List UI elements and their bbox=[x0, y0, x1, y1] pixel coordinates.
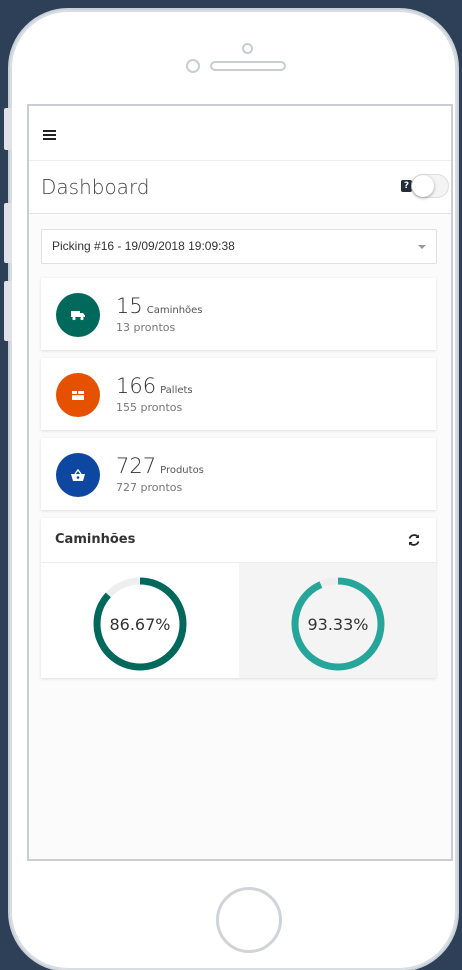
chart-card-header: Caminhões bbox=[41, 518, 436, 563]
stat-subtext: 155 prontos bbox=[116, 401, 183, 414]
stat-subtext: 727 prontos bbox=[116, 481, 183, 494]
pallet-icon bbox=[56, 373, 100, 417]
chart-column: 93.33% bbox=[239, 563, 436, 678]
basket-icon bbox=[56, 453, 100, 497]
stat-unit: Caminhões bbox=[146, 305, 203, 316]
page-title: Dashboard bbox=[41, 175, 150, 199]
toggle-knob bbox=[412, 175, 434, 197]
caminhoes-chart-card: Caminhões 86.67% 93.33% bbox=[41, 518, 436, 678]
donut-chart: 86.67% bbox=[93, 577, 187, 671]
stat-subtext: 13 prontos bbox=[116, 321, 176, 334]
app-screen: Dashboard ? Picking #16 - 19/09/2018 19:… bbox=[27, 104, 453, 861]
stat-card-pallets[interactable]: 166 Pallets 155 prontos bbox=[41, 358, 436, 430]
speaker-icon bbox=[210, 61, 286, 71]
stat-card-caminhoes[interactable]: 15 Caminhões 13 prontos bbox=[41, 278, 436, 350]
chart-column: 86.67% bbox=[41, 563, 239, 678]
chart-area: 86.67% 93.33% bbox=[41, 563, 436, 678]
caret-down-icon bbox=[418, 245, 426, 249]
home-button[interactable] bbox=[216, 887, 282, 953]
picking-select[interactable]: Picking #16 - 19/09/2018 19:09:38 bbox=[41, 229, 437, 264]
donut-label: 86.67% bbox=[109, 615, 170, 634]
stat-card-produtos[interactable]: 727 Produtos 727 prontos bbox=[41, 438, 436, 510]
stat-value: 166 Pallets bbox=[116, 374, 193, 398]
volume-up-button bbox=[4, 203, 12, 263]
chart-card-title: Caminhões bbox=[55, 532, 136, 547]
picking-select-value: Picking #16 - 19/09/2018 19:09:38 bbox=[52, 239, 235, 253]
mute-switch bbox=[4, 108, 12, 150]
sensor-icon bbox=[186, 59, 200, 73]
volume-down-button bbox=[4, 281, 12, 341]
stat-value: 727 Produtos bbox=[116, 454, 204, 478]
stat-unit: Pallets bbox=[160, 385, 193, 396]
top-bar bbox=[29, 106, 451, 161]
refresh-icon[interactable] bbox=[406, 532, 422, 548]
donut-chart: 93.33% bbox=[291, 577, 385, 671]
menu-icon[interactable] bbox=[43, 130, 56, 142]
title-bar: Dashboard ? bbox=[29, 161, 451, 214]
camera-icon bbox=[242, 43, 253, 54]
stat-value: 15 Caminhões bbox=[116, 294, 203, 318]
truck-icon bbox=[56, 293, 100, 337]
toggle-switch[interactable] bbox=[411, 174, 449, 198]
donut-label: 93.33% bbox=[307, 615, 368, 634]
stat-unit: Produtos bbox=[160, 465, 204, 476]
